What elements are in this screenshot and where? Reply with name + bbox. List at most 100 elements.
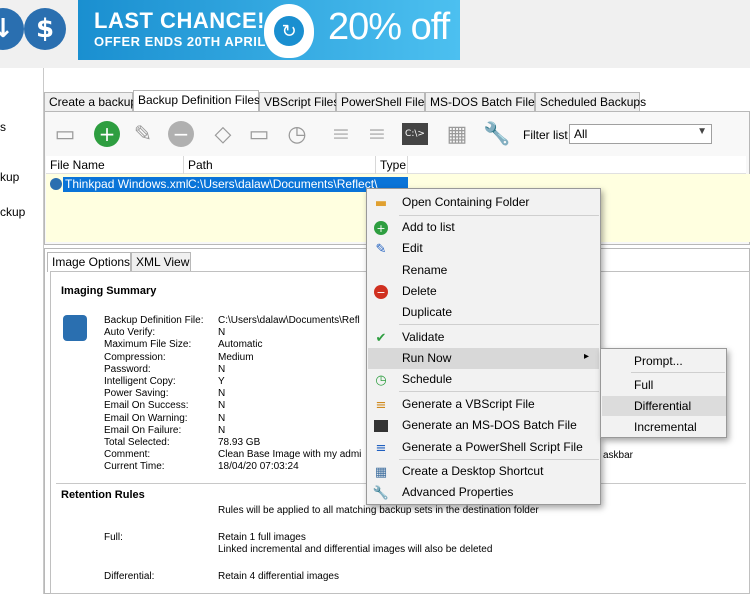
summary-key: Email On Failure: [104, 424, 182, 436]
powershell-icon[interactable]: ≡ [362, 119, 392, 149]
vbscript-icon: ≡ [375, 397, 387, 413]
add-icon[interactable]: + [92, 119, 122, 149]
tab-powershell-files[interactable]: PowerShell Files [336, 92, 430, 112]
tab-image-options[interactable]: Image Options [47, 252, 131, 272]
sidebar-item[interactable]: kup [0, 170, 19, 184]
tab-xml-view[interactable]: XML View [131, 252, 191, 272]
submenu-item-differential[interactable]: Differential [602, 396, 726, 416]
egg-logo-icon: ↻ [264, 4, 314, 58]
summary-value: N [218, 327, 226, 339]
tab-scheduled-backups[interactable]: Scheduled Backups [535, 92, 646, 112]
menu-separator [399, 459, 599, 460]
wrench-icon[interactable]: 🔧 [482, 119, 512, 149]
summary-value: 78.93 GB [218, 437, 261, 449]
summary-key: Compression: [104, 351, 166, 363]
summary-value: Y [218, 376, 225, 388]
menu-item-run-now[interactable]: Run Now ▸ [368, 348, 599, 369]
retention-diff-line: Retain 4 differential images [218, 571, 339, 582]
filter-value: All [574, 127, 588, 141]
row-path: C:\Users\dalaw\Documents\Reflect\ [188, 177, 378, 191]
vbscript-icon[interactable]: ≡ [326, 119, 356, 149]
banner-headline: LAST CHANCE! [94, 8, 265, 33]
menu-item-create-desktop-shortcut[interactable]: ▦ Create a Desktop Shortcut [368, 461, 599, 482]
menu-item-delete[interactable]: − Delete [368, 281, 599, 302]
summary-key: Intelligent Copy: [104, 376, 176, 388]
menu-separator [399, 391, 599, 392]
menu-item-validate[interactable]: ✔ Validate [368, 327, 599, 348]
chevron-down-icon: ▼ [697, 126, 707, 137]
summary-value: Clean Base Image with my admi [218, 449, 362, 461]
menu-item-open-containing-folder[interactable]: ▬ Open Containing Folder [368, 192, 599, 213]
menu-separator [399, 324, 599, 325]
menu-item-add-to-list[interactable]: + Add to list [368, 217, 599, 238]
validate-icon[interactable]: ◇ [208, 119, 238, 149]
shortcut-icon[interactable]: ▦ [442, 119, 472, 149]
submenu-arrow-icon: ▸ [583, 351, 589, 362]
menu-item-generate-vbscript[interactable]: ≡ Generate a VBScript File [368, 394, 599, 415]
summary-value: N [218, 388, 226, 400]
column-file-name[interactable]: File Name [46, 156, 184, 174]
retention-diff-label: Differential: [104, 571, 155, 582]
submenu-item-prompt[interactable]: Prompt... [602, 351, 726, 371]
delete-icon[interactable]: − [166, 119, 196, 149]
table-row[interactable]: Thinkpad Windows.xml C:\Users\dalaw\Docu… [63, 177, 408, 192]
schedule-icon[interactable]: ◷ [282, 119, 312, 149]
summary-value: N [218, 363, 226, 375]
menu-separator [399, 215, 599, 216]
retention-full-line: Linked incremental and differential imag… [218, 544, 493, 555]
tab-vbscript-files[interactable]: VBScript Files [259, 92, 339, 112]
summary-key: Backup Definition File: [104, 315, 204, 326]
summary-value: N [218, 412, 226, 424]
batch-icon [373, 418, 389, 434]
promo-banner[interactable]: LAST CHANCE! OFFER ENDS 20TH APRIL ↻ 20%… [78, 0, 460, 60]
tab-msdos-batch-files[interactable]: MS-DOS Batch Files [425, 92, 541, 112]
summary-key: Password: [104, 363, 151, 375]
column-type[interactable]: Type [376, 156, 408, 174]
summary-key: Maximum File Size: [104, 339, 192, 351]
summary-values: C:\Users\dalaw\Documents\Refl N Automati… [218, 315, 361, 474]
summary-value: N [218, 424, 226, 436]
summary-key: Email On Success: [104, 400, 189, 412]
menu-item-generate-powershell[interactable]: ≡ Generate a PowerShell Script File [368, 437, 599, 458]
retention-full-label: Full: [104, 532, 123, 543]
menu-item-generate-batch[interactable]: Generate an MS-DOS Batch File [368, 415, 599, 436]
imaging-summary-title: Imaging Summary [61, 285, 157, 297]
shortcut-icon: ▦ [374, 464, 388, 480]
menu-item-advanced-properties[interactable]: 🔧 Advanced Properties [368, 482, 599, 503]
run-now-icon[interactable]: ▭ [244, 119, 274, 149]
summary-key: Current Time: [104, 461, 165, 473]
sidebar-item[interactable]: ckup [0, 205, 25, 219]
batch-icon[interactable]: C:\> [400, 119, 430, 149]
banner-subline: OFFER ENDS 20TH APRIL [94, 34, 266, 49]
menu-item-schedule[interactable]: ◷ Schedule [368, 369, 599, 390]
open-folder-icon[interactable]: ▭ [50, 119, 80, 149]
run-now-submenu: Prompt... Full Differential Incremental [600, 348, 727, 438]
powershell-icon: ≡ [375, 440, 387, 456]
summary-value: Medium [218, 351, 254, 363]
summary-key: Total Selected: [104, 437, 170, 449]
summary-value: C:\Users\dalaw\Documents\Refl [218, 315, 360, 326]
summary-value: Automatic [218, 339, 263, 351]
add-icon: + [373, 220, 389, 236]
edit-icon[interactable]: ✎ [128, 119, 158, 149]
comment-tail: askbar [603, 450, 634, 461]
tab-backup-definition-files[interactable]: Backup Definition Files [133, 90, 260, 112]
summary-keys: Backup Definition File: Auto Verify: Max… [104, 315, 204, 474]
filter-select[interactable]: All ▼ [569, 124, 712, 144]
menu-item-edit[interactable]: ✎ Edit [368, 238, 599, 259]
column-path[interactable]: Path [184, 156, 376, 174]
menu-item-duplicate[interactable]: Duplicate [368, 302, 599, 323]
sidebar-item[interactable]: s [0, 120, 6, 134]
summary-key: Auto Verify: [104, 327, 156, 339]
retention-full-line: Retain 1 full images [218, 532, 306, 543]
banner-discount: 20% off [328, 6, 450, 48]
submenu-item-incremental[interactable]: Incremental [602, 417, 726, 437]
menu-item-rename[interactable]: Rename [368, 260, 599, 281]
list-header: File Name Path Type [46, 156, 746, 174]
submenu-item-full[interactable]: Full [602, 375, 726, 395]
disk-image-icon [63, 315, 87, 341]
dollar-icon[interactable]: $ [24, 8, 66, 50]
filter-label: Filter list [523, 128, 568, 142]
summary-value: N [218, 400, 226, 412]
tab-create-backup[interactable]: Create a backup [44, 92, 137, 112]
